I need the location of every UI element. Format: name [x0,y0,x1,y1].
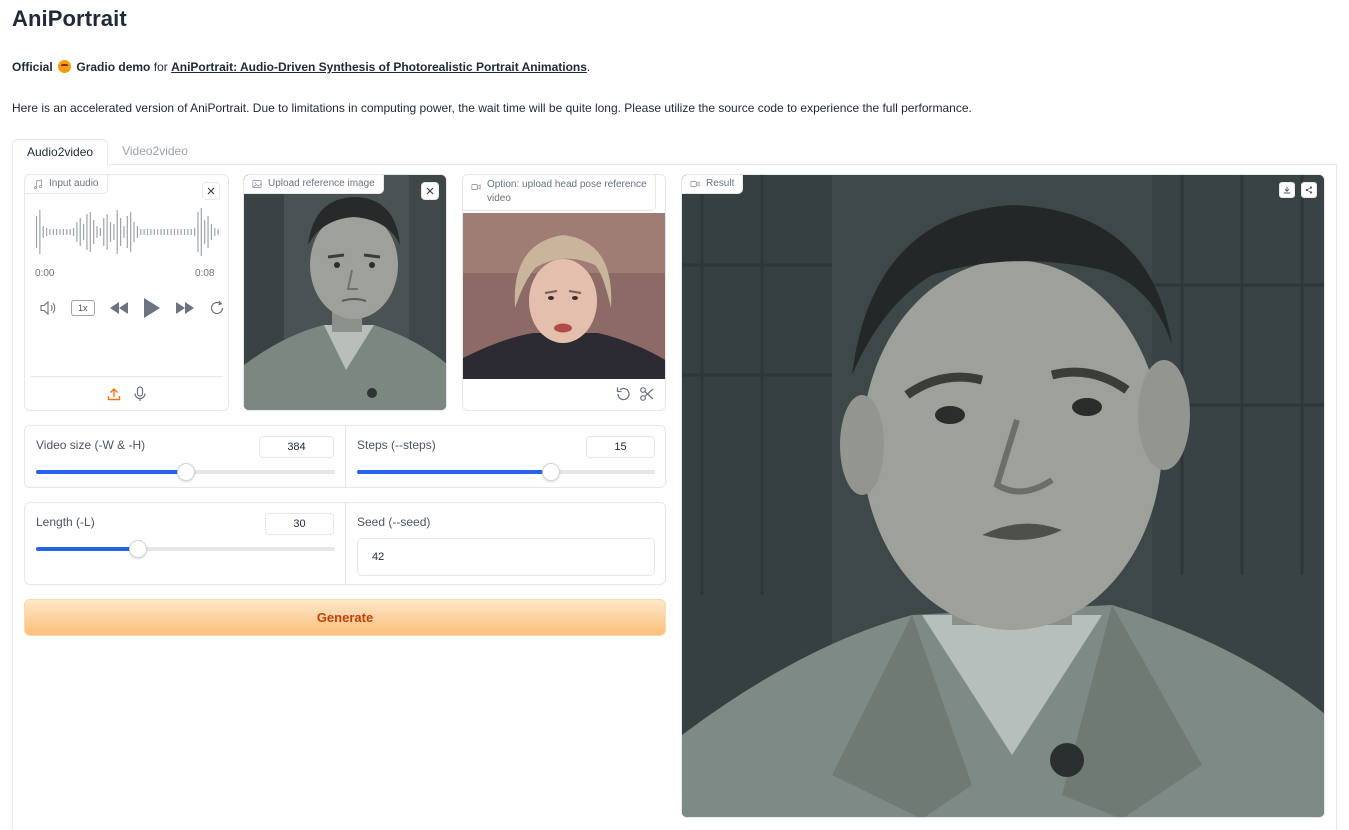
scissors-icon[interactable] [639,386,655,402]
upload-icon[interactable] [107,387,121,401]
share-button[interactable] [1301,182,1317,198]
loop-icon[interactable] [209,300,225,316]
result-label: Result [682,175,744,194]
skip-backward-icon[interactable] [109,301,129,315]
steps-slider-thumb[interactable] [541,463,560,481]
result-video-frame [682,175,1324,817]
skip-forward-icon[interactable] [175,301,195,315]
video-camera-icon [690,180,700,187]
audio-time-start: 0:00 [35,268,55,279]
steps-label: Steps (--steps) [357,438,436,452]
video-size-label: Video size (-W & -H) [36,438,146,452]
input-audio-label: Input audio [25,175,108,194]
tab-video2video[interactable]: Video2video [108,139,202,165]
seed-label: Seed (--seed) [357,515,431,529]
close-icon [207,187,215,195]
audio-time-end: 0:08 [195,268,215,279]
share-icon [1305,186,1313,194]
image-icon [252,179,262,188]
pose-video-label-line1: Option: upload head pose reference [487,179,647,190]
size-steps-row: Video size (-W & -H) 384 Steps (--steps)… [24,425,666,488]
length-input[interactable]: 30 [265,513,334,535]
clear-audio-button[interactable] [202,182,220,200]
result-video-block[interactable]: Result [681,174,1325,818]
description: Here is an accelerated version of AniPor… [12,101,972,115]
length-slider-thumb[interactable] [128,540,147,558]
clear-reference-image-button[interactable] [421,182,439,200]
length-seed-row: Length (-L) 30 Seed (--seed) 42 [24,502,666,585]
playback-speed-button[interactable]: 1x [71,300,95,316]
seed-input[interactable]: 42 [357,538,655,576]
result-label-text: Result [706,178,735,189]
microphone-icon[interactable] [133,385,147,402]
intro-line: Official Gradio demo for AniPortrait: Au… [12,60,590,74]
paper-link[interactable]: AniPortrait: Audio-Driven Synthesis of P… [171,60,587,74]
undo-icon[interactable] [615,386,631,402]
length-label: Length (-L) [36,515,95,529]
pose-video-label: Option: upload head pose reference video [463,175,656,211]
input-audio-block: Input audio 0:00 0:08 1x [24,174,229,411]
video-edit-tools [615,386,655,402]
input-audio-label-text: Input audio [49,178,99,189]
video-size-slider-thumb[interactable] [176,463,195,481]
generate-button[interactable]: Generate [24,599,666,636]
reference-image-block[interactable]: Upload reference image [243,174,447,411]
tab-audio2video[interactable]: Audio2video [12,139,109,165]
length-slider[interactable] [36,540,335,558]
steps-input[interactable]: 15 [586,436,655,458]
video-camera-icon [471,184,481,190]
volume-icon[interactable] [39,300,57,316]
play-icon[interactable] [143,297,161,319]
intro-for: for [153,60,168,74]
intro-official: Official [12,60,53,74]
intro-gradio: Gradio demo [76,60,151,74]
video-size-slider[interactable] [36,463,335,481]
audio-source-bar [30,376,223,410]
audio-controls: 1x [39,297,225,319]
reference-image-label-text: Upload reference image [268,178,375,189]
tab-bar: Audio2video Video2video [12,139,202,165]
reference-image-label: Upload reference image [244,175,384,194]
hugging-face-emoji-icon [58,60,72,73]
pose-video-block[interactable]: Option: upload head pose reference video [462,174,666,411]
steps-slider[interactable] [357,463,655,481]
close-icon [426,187,434,195]
download-button[interactable] [1279,182,1295,198]
page-title: AniPortrait [12,6,127,31]
download-icon [1283,186,1291,194]
video-size-input[interactable]: 384 [259,436,334,458]
intro-end: . [586,60,591,74]
pose-video-label-line2: video [487,193,511,204]
reference-portrait-image [244,175,446,410]
audio-waveform[interactable] [35,207,220,257]
pose-video-frame [463,213,665,379]
music-note-icon [33,178,43,189]
